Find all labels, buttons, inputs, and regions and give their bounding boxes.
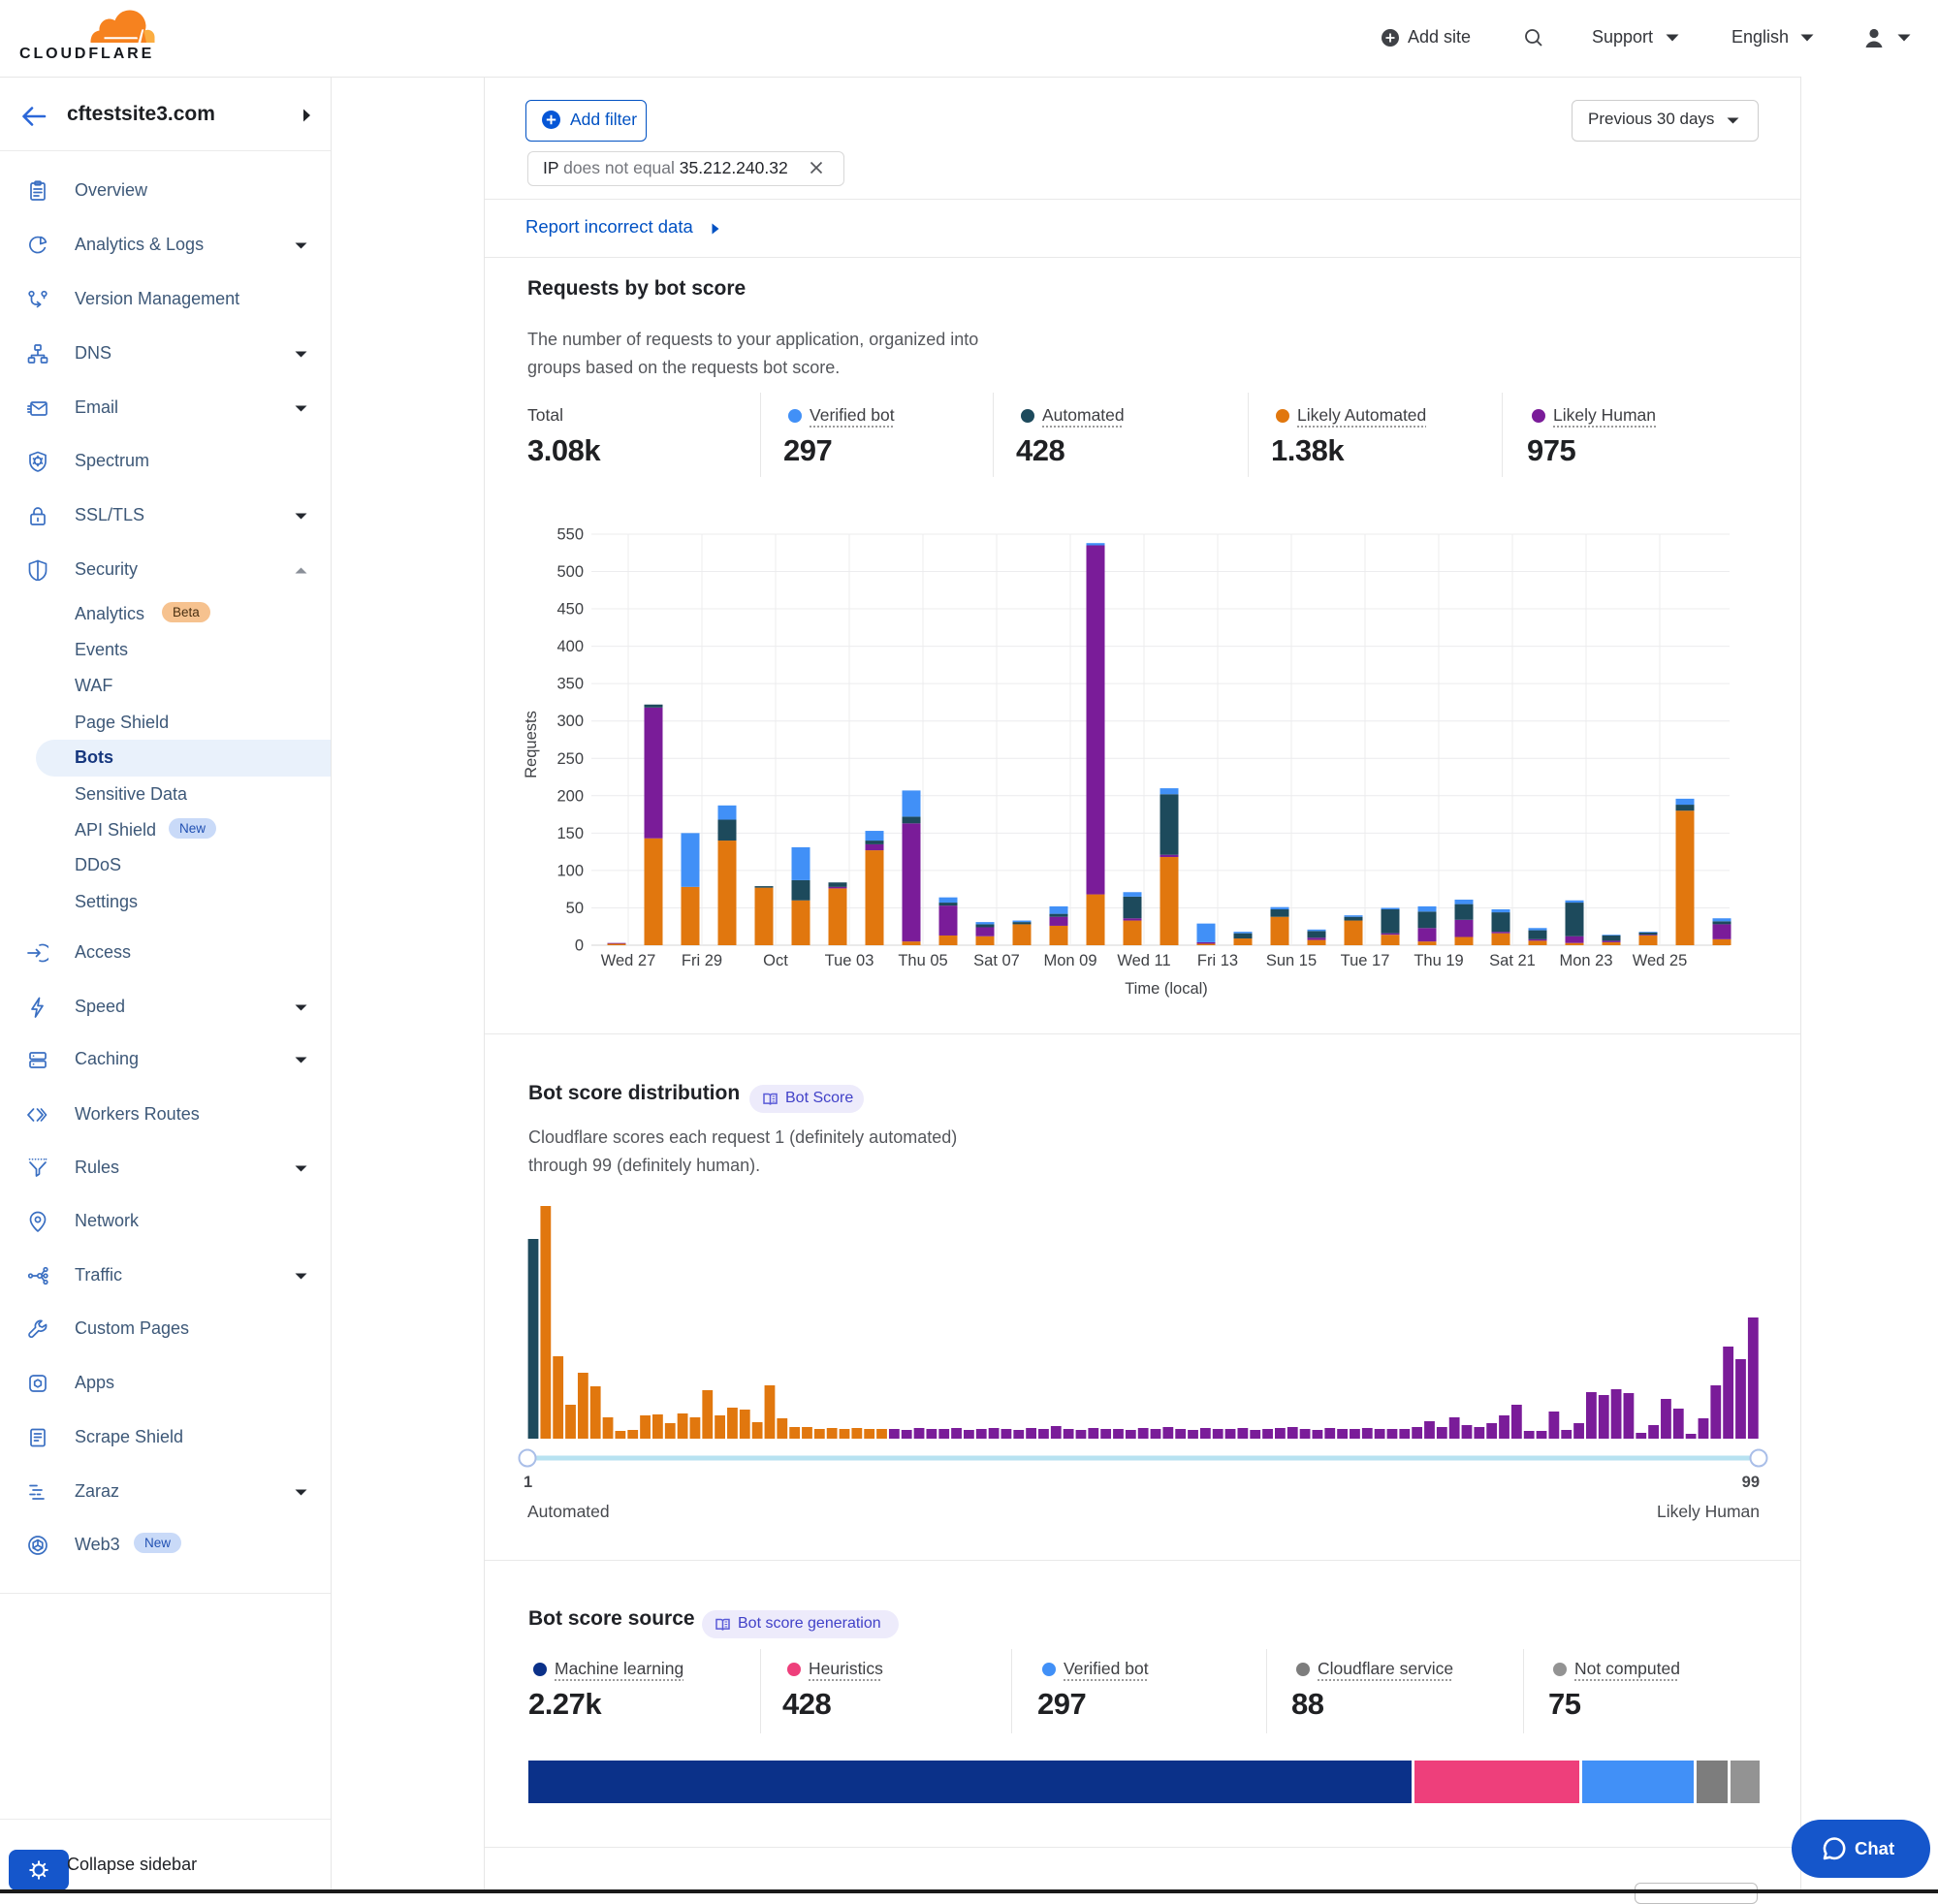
svg-text:Sat 07: Sat 07 bbox=[973, 952, 1020, 969]
svg-text:200: 200 bbox=[556, 787, 584, 805]
svg-text:Fri 13: Fri 13 bbox=[1197, 952, 1238, 969]
svg-text:Mon 23: Mon 23 bbox=[1559, 952, 1612, 969]
svg-text:Thu 19: Thu 19 bbox=[1414, 952, 1463, 969]
svg-text:150: 150 bbox=[556, 825, 584, 842]
svg-text:Tue 03: Tue 03 bbox=[825, 952, 874, 969]
svg-text:Wed 27: Wed 27 bbox=[601, 952, 656, 969]
svg-text:Oct: Oct bbox=[763, 952, 788, 969]
svg-text:100: 100 bbox=[556, 862, 584, 879]
svg-text:0: 0 bbox=[575, 937, 584, 955]
svg-text:Fri 29: Fri 29 bbox=[682, 952, 722, 969]
svg-text:Mon 09: Mon 09 bbox=[1043, 952, 1096, 969]
svg-text:Wed 25: Wed 25 bbox=[1633, 952, 1688, 969]
svg-text:350: 350 bbox=[556, 676, 584, 693]
svg-text:Sat 21: Sat 21 bbox=[1489, 952, 1536, 969]
svg-text:550: 550 bbox=[556, 526, 584, 544]
svg-text:Sun 15: Sun 15 bbox=[1266, 952, 1317, 969]
svg-text:250: 250 bbox=[556, 750, 584, 768]
svg-text:400: 400 bbox=[556, 638, 584, 655]
svg-text:450: 450 bbox=[556, 601, 584, 619]
svg-text:Requests: Requests bbox=[523, 711, 540, 778]
svg-text:Time (local): Time (local) bbox=[1125, 980, 1208, 998]
svg-text:50: 50 bbox=[566, 900, 584, 917]
svg-text:300: 300 bbox=[556, 713, 584, 730]
svg-text:Thu 05: Thu 05 bbox=[898, 952, 947, 969]
svg-text:500: 500 bbox=[556, 563, 584, 581]
svg-text:Wed 11: Wed 11 bbox=[1117, 952, 1170, 969]
svg-text:Tue 17: Tue 17 bbox=[1341, 952, 1390, 969]
